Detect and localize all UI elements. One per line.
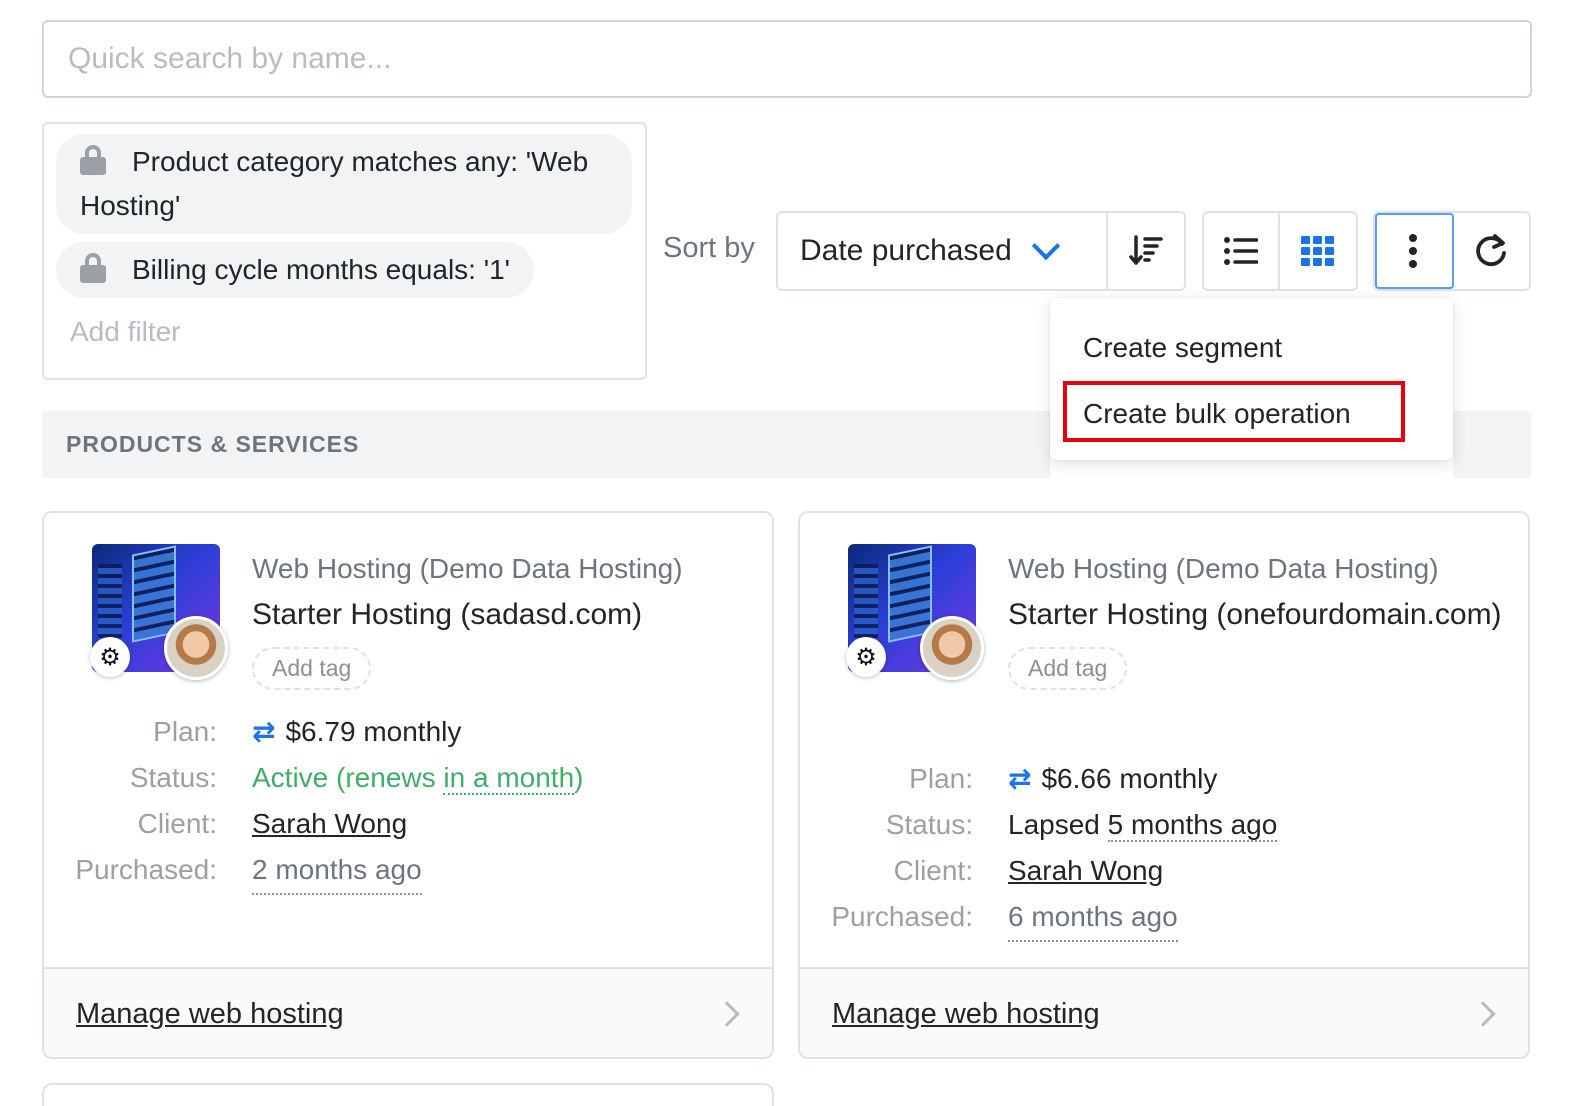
list-view-icon	[1224, 237, 1258, 265]
view-toggle	[1202, 211, 1358, 291]
status-value: Lapsed	[1008, 809, 1108, 840]
manage-link[interactable]: Manage web hosting	[76, 998, 344, 1030]
client-label: Client:	[137, 808, 217, 839]
sort-descending-icon	[1129, 235, 1163, 265]
status-label: Status:	[885, 809, 973, 840]
product-category: Web Hosting (Demo Data Hosting)	[252, 553, 683, 584]
filter-chip-category[interactable]: Product category matches any: 'Web Hosti…	[56, 134, 632, 234]
product-title[interactable]: Starter Hosting (onefourdomain.com)	[1008, 591, 1508, 639]
menu-item-create-segment[interactable]: Create segment	[1050, 326, 1453, 370]
sort-control: Date purchased	[776, 211, 1186, 291]
status-relative-time: 5 months ago	[1107, 809, 1278, 842]
status-value: Active (renews	[252, 762, 444, 793]
manage-footer[interactable]: Manage web hosting	[44, 967, 772, 1057]
product-card: ⚙ Web Hosting (Demo Data Hosting) Starte…	[42, 511, 774, 1059]
section-header-end	[1453, 411, 1531, 478]
swap-icon: ⇄	[1008, 763, 1032, 794]
chevron-down-icon	[1031, 231, 1060, 261]
status-label: Status:	[129, 762, 217, 793]
sort-select[interactable]: Date purchased	[778, 213, 1108, 289]
filter-box: Product category matches any: 'Web Hosti…	[42, 122, 647, 380]
product-details: Plan: ⇄ $6.79 monthly Status: Active (ren…	[44, 709, 772, 895]
menu-item-create-bulk-operation[interactable]: Create bulk operation	[1050, 392, 1453, 436]
actions-menu: Create segment Create bulk operation	[1050, 298, 1453, 460]
sort-value: Date purchased	[800, 234, 1012, 267]
chevron-right-icon	[714, 1001, 740, 1027]
list-view-button[interactable]	[1204, 213, 1281, 289]
filter-chip-billing[interactable]: Billing cycle months equals: '1'	[56, 242, 534, 298]
plan-value: $6.79 monthly	[285, 716, 462, 747]
more-vertical-icon	[1409, 234, 1418, 268]
grid-view-icon	[1301, 236, 1334, 266]
product-details: Plan: ⇄ $6.66 monthly Status: Lapsed 5 mo…	[800, 756, 1528, 942]
filter-chip-label: Billing cycle months equals: '1'	[132, 254, 510, 285]
client-link[interactable]: Sarah Wong	[252, 801, 407, 847]
product-card	[42, 1083, 774, 1106]
actions-group	[1373, 211, 1531, 291]
section-header: PRODUCTS & SERVICES	[42, 411, 1050, 478]
filter-chip-label: Product category matches any: 'Web Hosti…	[80, 146, 589, 221]
product-title[interactable]: Starter Hosting (sadasd.com)	[252, 591, 752, 639]
grid-view-button[interactable]	[1280, 213, 1356, 289]
plan-label: Plan:	[153, 716, 217, 747]
purchased-value: 6 months ago	[1008, 894, 1178, 942]
purchased-value: 2 months ago	[252, 847, 422, 895]
refresh-icon	[1476, 234, 1507, 266]
client-link[interactable]: Sarah Wong	[1008, 848, 1163, 894]
manage-footer[interactable]: Manage web hosting	[800, 967, 1528, 1057]
product-card: ⚙ Web Hosting (Demo Data Hosting) Starte…	[798, 511, 1530, 1059]
sort-label: Sort by	[663, 232, 755, 264]
add-tag-button[interactable]: Add tag	[252, 647, 372, 690]
sort-direction-button[interactable]	[1108, 213, 1184, 289]
purchased-label: Purchased:	[831, 901, 973, 932]
chevron-right-icon	[1470, 1001, 1496, 1027]
add-filter-input[interactable]: Add filter	[56, 316, 633, 348]
avatar	[920, 616, 984, 680]
avatar	[164, 616, 228, 680]
plan-value: $6.66 monthly	[1041, 763, 1218, 794]
swap-icon: ⇄	[252, 716, 276, 747]
gear-icon: ⚙	[846, 637, 886, 677]
purchased-label: Purchased:	[75, 854, 217, 885]
lock-icon	[80, 253, 106, 283]
status-relative-time: in a month	[443, 762, 575, 795]
manage-link[interactable]: Manage web hosting	[832, 998, 1100, 1030]
add-tag-button[interactable]: Add tag	[1008, 647, 1128, 690]
product-category: Web Hosting (Demo Data Hosting)	[1008, 553, 1439, 584]
search-bar[interactable]	[42, 20, 1532, 98]
plan-label: Plan:	[909, 763, 973, 794]
refresh-button[interactable]	[1454, 213, 1529, 289]
more-actions-button[interactable]	[1375, 213, 1454, 289]
search-input[interactable]	[44, 22, 1530, 96]
lock-icon	[80, 145, 106, 175]
gear-icon: ⚙	[90, 637, 130, 677]
client-label: Client:	[893, 855, 973, 886]
